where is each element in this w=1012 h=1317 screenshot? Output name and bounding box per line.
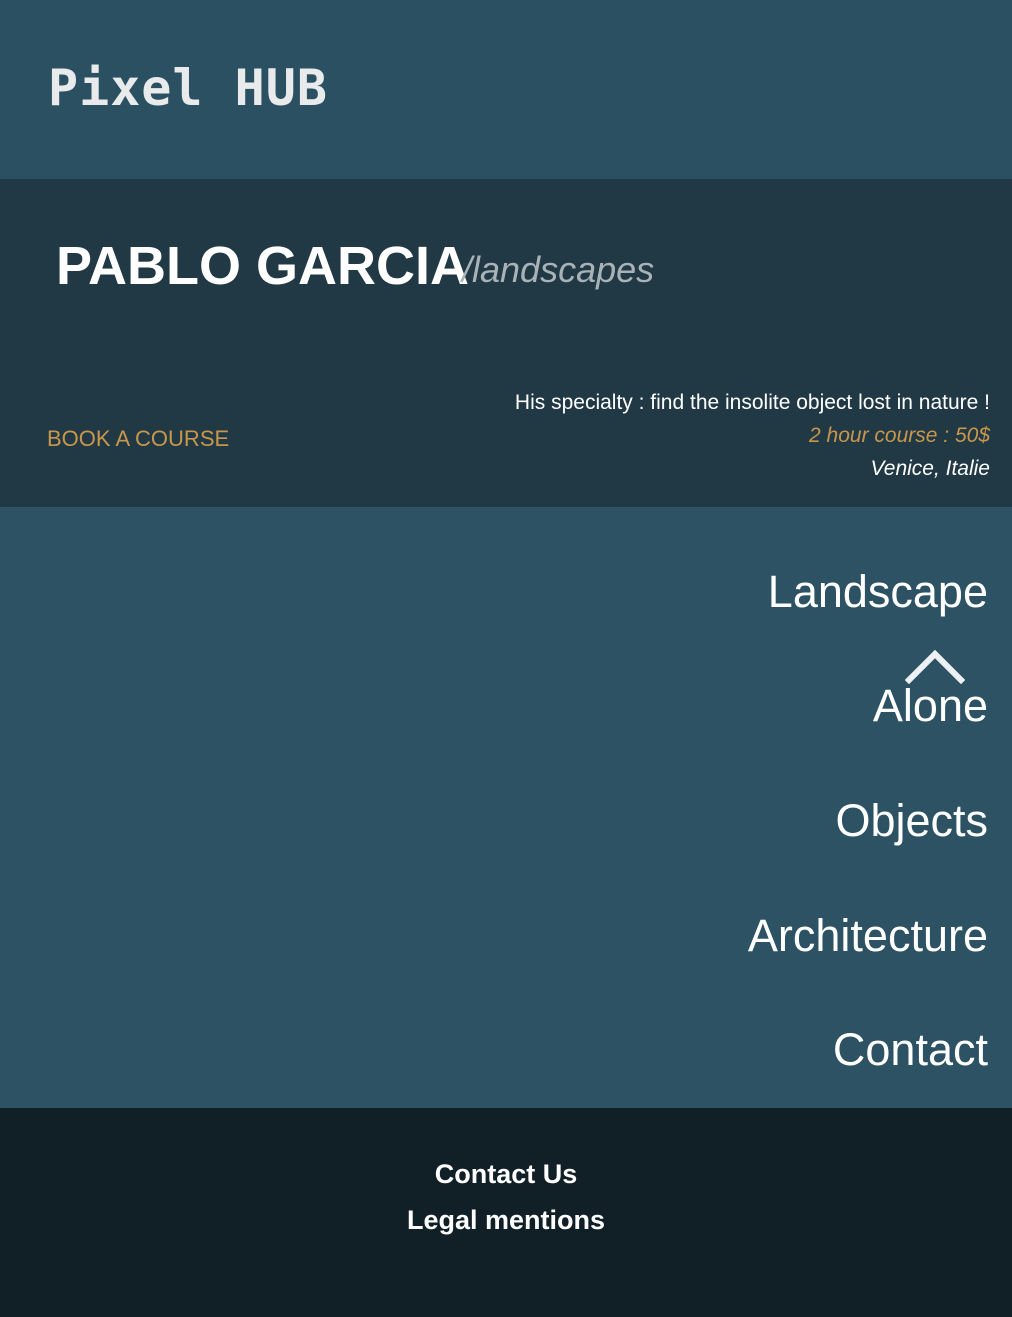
nav-item-alone[interactable]: Alone [873, 678, 988, 734]
nav-item-contact[interactable]: Contact [833, 1022, 988, 1078]
book-course-link[interactable]: BOOK A COURSE [47, 425, 229, 453]
site-header: Pixel HUB [0, 0, 1012, 179]
course-price: 2 hour course : 50$ [809, 424, 990, 447]
profile-info: His specialty : find the insolite object… [515, 386, 990, 485]
nav-item-landscape[interactable]: Landscape [768, 564, 988, 620]
gallery-nav: Landscape Alone Objects Architecture Con… [0, 507, 1012, 1108]
footer-contact-link[interactable]: Contact Us [0, 1157, 1012, 1191]
nav-item-architecture[interactable]: Architecture [748, 908, 988, 964]
nav-item-objects[interactable]: Objects [835, 793, 988, 849]
footer-legal-link[interactable]: Legal mentions [0, 1203, 1012, 1237]
chevron-up-icon[interactable] [904, 648, 966, 685]
photographer-name: PABLO GARCIA [56, 236, 469, 296]
site-footer: Contact Us Legal mentions [0, 1108, 1012, 1317]
specialty-text: His specialty : find the insolite object… [514, 391, 990, 414]
location-text: Venice, Italie [870, 457, 990, 480]
photographer-category: /landscapes [462, 249, 655, 290]
site-logo[interactable]: Pixel HUB [48, 58, 328, 118]
photographer-profile: PABLO GARCIA /landscapes BOOK A COURSE H… [0, 179, 1012, 507]
